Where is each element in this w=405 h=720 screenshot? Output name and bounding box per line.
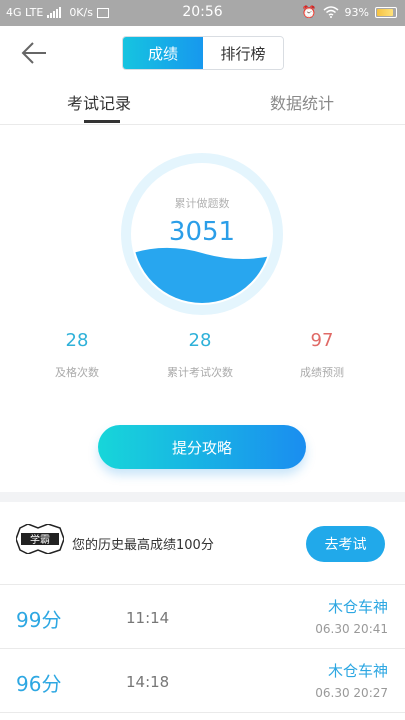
best-score-text: 您的历史最高成绩100分: [72, 538, 214, 553]
take-exam-button[interactable]: 去考试: [306, 526, 385, 562]
record-score: 99分: [16, 608, 62, 632]
record-duration: 14:18: [126, 673, 170, 691]
tab-indicator: [84, 120, 120, 123]
top-header: 成绩 排行榜: [0, 26, 405, 80]
stat-label: 及格次数: [55, 366, 99, 379]
record-name: 木仓车神: [327, 662, 388, 680]
back-arrow-icon[interactable]: [20, 40, 50, 66]
section-divider: [0, 492, 405, 502]
alarm-icon: ⏰: [301, 5, 317, 19]
improve-score-button[interactable]: 提分攻略: [98, 425, 306, 469]
gauge-label: 累计做题数: [174, 197, 230, 210]
battery-icon: [375, 6, 397, 18]
tab-data-statistics[interactable]: 数据统计: [270, 90, 334, 114]
stat-label: 成绩预测: [300, 366, 344, 379]
stat-pass-count: 28 及格次数: [12, 330, 142, 380]
stat-exam-count: 28 累计考试次数: [135, 330, 265, 380]
exam-record-row[interactable]: 99分 11:14 木仓车神 06.30 20:41: [0, 584, 405, 649]
wifi-icon: [323, 6, 339, 18]
record-date: 06.30 20:27: [315, 686, 388, 700]
stat-score-prediction: 97 成绩预测: [257, 330, 387, 380]
status-right: ⏰ 93%: [302, 5, 397, 19]
record-name: 木仓车神: [327, 598, 388, 616]
question-count-gauge: 累计做题数 3051: [121, 153, 283, 315]
badge-text: 学霸: [30, 533, 50, 546]
exam-record-row[interactable]: 96分 14:18 木仓车神 06.30 20:27: [0, 648, 405, 713]
segment-control: 成绩 排行榜: [122, 36, 284, 70]
stat-value: 28: [188, 330, 212, 351]
stat-label: 累计考试次数: [167, 366, 233, 379]
battery-percent: 93%: [344, 5, 369, 19]
gauge-value: 3051: [168, 217, 236, 247]
tab-exam-records[interactable]: 考试记录: [67, 90, 131, 114]
record-score: 96分: [16, 672, 62, 696]
segment-leaderboard[interactable]: 排行榜: [203, 37, 283, 69]
best-score-bar: 学霸 您的历史最高成绩100分 去考试: [0, 502, 405, 585]
record-date: 06.30 20:41: [315, 622, 388, 636]
status-bar: 4G LTE 0K/s 20:56 ⏰ 93%: [0, 0, 405, 26]
segment-scores[interactable]: 成绩: [123, 37, 203, 69]
record-duration: 11:14: [126, 609, 170, 627]
stat-value: 97: [310, 330, 334, 351]
top-student-badge-icon: 学霸: [16, 524, 64, 554]
sub-tabs: 考试记录 数据统计: [0, 84, 405, 125]
stat-value: 28: [65, 330, 89, 351]
